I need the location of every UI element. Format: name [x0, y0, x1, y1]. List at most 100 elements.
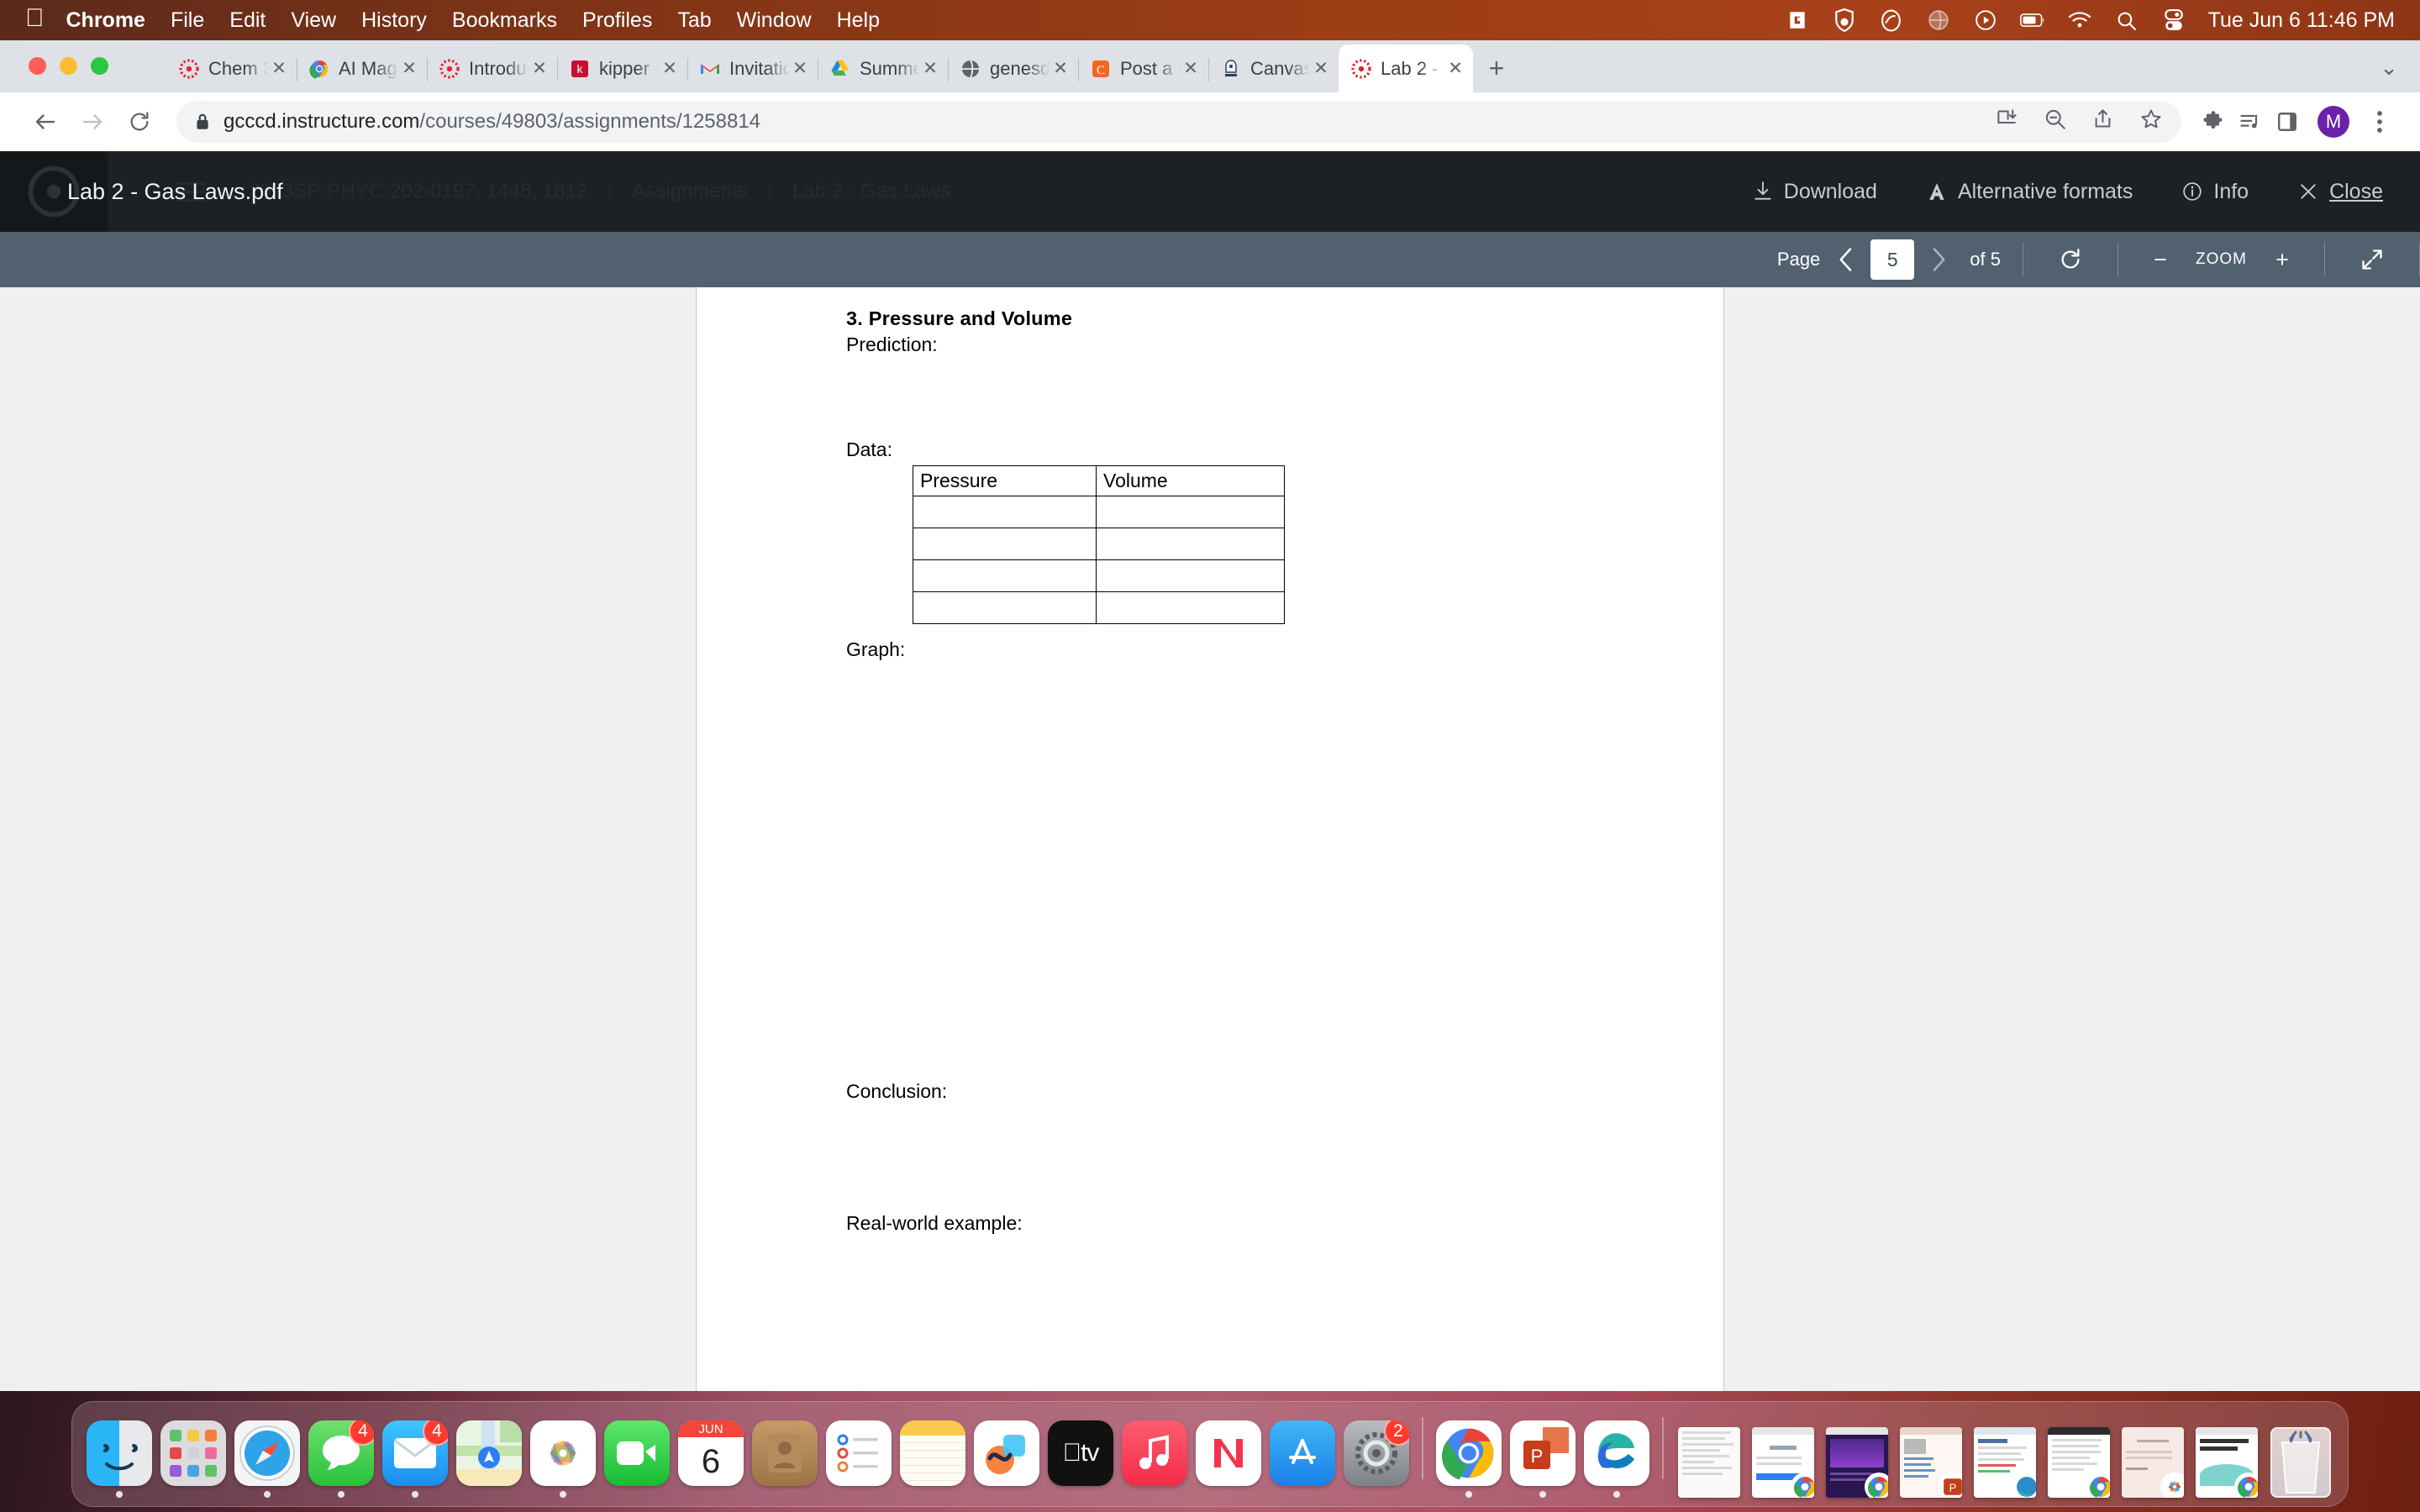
- tab-post-a-new[interactable]: C Post a new ✕: [1078, 45, 1209, 92]
- zoom-in-button[interactable]: +: [2255, 232, 2309, 287]
- dock-item-system-settings[interactable]: 2: [1339, 1420, 1413, 1498]
- info-button[interactable]: Info: [2181, 180, 2249, 204]
- zoom-out-button[interactable]: −: [2133, 232, 2187, 287]
- pdf-canvas-area[interactable]: 3. Pressure and Volume Prediction: Data:…: [0, 287, 2420, 1391]
- dock-item-powerpoint[interactable]: P: [1506, 1420, 1580, 1498]
- dock-item-app-store[interactable]: [1265, 1420, 1339, 1498]
- dock-item-maps[interactable]: [452, 1420, 526, 1498]
- close-window-button[interactable]: [29, 57, 46, 75]
- menu-item-chrome[interactable]: Chrome: [66, 8, 145, 33]
- menu-item-profiles[interactable]: Profiles: [582, 8, 652, 33]
- share-icon[interactable]: [2091, 108, 2114, 136]
- dock-item-microsoft-edge[interactable]: [1580, 1420, 1654, 1498]
- tab-close-icon[interactable]: ✕: [789, 58, 811, 79]
- minimize-window-button[interactable]: [60, 57, 77, 75]
- alternative-formats-button[interactable]: Alternative formats: [1926, 180, 2133, 204]
- dock-minimized-login-window[interactable]: [1746, 1427, 1820, 1498]
- dock-item-music[interactable]: [1118, 1420, 1192, 1498]
- tab-close-icon[interactable]: ✕: [529, 58, 550, 79]
- dock-item-safari[interactable]: [230, 1420, 304, 1498]
- tab-close-icon[interactable]: ✕: [1050, 58, 1071, 79]
- tab-canvas-lo[interactable]: Canvas Lo ✕: [1208, 45, 1339, 92]
- dock-item-news[interactable]: [1192, 1420, 1265, 1498]
- dock-item-reminders[interactable]: [822, 1420, 896, 1498]
- dock-item-facetime[interactable]: [600, 1420, 674, 1498]
- three-dot-menu-icon[interactable]: [2361, 103, 2398, 140]
- dock-item-contacts[interactable]: [748, 1420, 822, 1498]
- tab-ai-magic[interactable]: AI Magic - ✕: [297, 45, 428, 92]
- creative-cloud-icon[interactable]: [1879, 8, 1904, 33]
- search-icon[interactable]: [2114, 8, 2139, 33]
- menu-item-edit[interactable]: Edit: [229, 8, 266, 33]
- tab-introduction[interactable]: Introduction ✕: [427, 45, 558, 92]
- page-number-input[interactable]: 5: [1870, 239, 1915, 280]
- address-bar[interactable]: gcccd.instructure.com/courses/49803/assi…: [176, 101, 2181, 143]
- dock-minimized-ai-explained-window[interactable]: [2190, 1427, 2264, 1498]
- rotate-icon[interactable]: [2044, 232, 2097, 287]
- side-panel-icon[interactable]: [2269, 103, 2306, 140]
- menu-item-window[interactable]: Window: [737, 8, 812, 33]
- dock-item-trash[interactable]: [2264, 1427, 2338, 1498]
- forward-arrow-icon[interactable]: [69, 98, 116, 145]
- dock-minimized-form-window[interactable]: [2116, 1427, 2190, 1498]
- media-playlist-icon[interactable]: [2232, 103, 2269, 140]
- tab-close-icon[interactable]: ✕: [1180, 58, 1202, 79]
- wifi-icon[interactable]: [2067, 8, 2092, 33]
- dock-item-finder[interactable]: [82, 1420, 156, 1498]
- expand-icon[interactable]: [2345, 232, 2399, 287]
- menu-item-help[interactable]: Help: [837, 8, 880, 33]
- breadcrumb-course[interactable]: 2023SP-PHYC-202-0197, 1448, 1812: [249, 180, 587, 202]
- tab-close-icon[interactable]: ✕: [398, 58, 420, 79]
- tab-invitation[interactable]: Invitation: ✕: [687, 45, 818, 92]
- apple-icon[interactable]: : [25, 6, 45, 31]
- close-button[interactable]: Close: [2297, 180, 2383, 204]
- dock-minimized-article-window[interactable]: [2042, 1427, 2116, 1498]
- dock-item-launchpad[interactable]: [156, 1420, 230, 1498]
- menu-item-file[interactable]: File: [171, 8, 204, 33]
- menu-item-view[interactable]: View: [291, 8, 336, 33]
- tab-close-icon[interactable]: ✕: [1444, 58, 1466, 79]
- tab-close-icon[interactable]: ✕: [268, 58, 290, 79]
- tab-close-icon[interactable]: ✕: [659, 58, 681, 79]
- extensions-puzzle-icon[interactable]: [2195, 103, 2232, 140]
- back-arrow-icon[interactable]: [22, 98, 69, 145]
- dock-item-notes[interactable]: [896, 1420, 970, 1498]
- tab-search-chevron-icon[interactable]: ⌄: [2380, 55, 2398, 81]
- bookmark-star-icon[interactable]: [2139, 108, 2163, 137]
- menubar-clock[interactable]: Tue Jun 6 11:46 PM: [2208, 8, 2395, 33]
- control-center-icon[interactable]: [2161, 8, 2186, 33]
- zoom-out-icon[interactable]: [2044, 108, 2066, 136]
- menu-item-history[interactable]: History: [361, 8, 427, 33]
- dock-minimized-media-window[interactable]: [1820, 1427, 1894, 1498]
- dock-item-freeform[interactable]: [970, 1420, 1044, 1498]
- dock-item-calendar[interactable]: JUN 6: [674, 1420, 748, 1498]
- battery-icon[interactable]: [2019, 8, 2045, 33]
- dock-item-mail[interactable]: 4: [378, 1420, 452, 1498]
- previous-page-button[interactable]: [1827, 240, 1865, 279]
- breadcrumb-assignments[interactable]: Assignments: [632, 180, 747, 202]
- dock-item-photos[interactable]: [526, 1420, 600, 1498]
- tab-summer-c[interactable]: Summer c ✕: [818, 45, 949, 92]
- shield-check-icon[interactable]: [1832, 8, 1857, 33]
- dock-item-google-chrome[interactable]: [1432, 1420, 1506, 1498]
- tab-chem-365[interactable]: Chem 365 ✕: [166, 45, 297, 92]
- tab-lab-2-gas-laws[interactable]: Lab 2 - Ga ✕: [1339, 45, 1473, 92]
- new-tab-button[interactable]: +: [1473, 45, 1520, 92]
- reload-icon[interactable]: [116, 98, 163, 145]
- maximize-window-button[interactable]: [91, 57, 108, 75]
- tab-close-icon[interactable]: ✕: [919, 58, 941, 79]
- dock-minimized-slides-window[interactable]: P: [1894, 1427, 1968, 1498]
- avatar[interactable]: M: [2317, 106, 2349, 138]
- menu-item-bookmarks[interactable]: Bookmarks: [452, 8, 557, 33]
- dock-item-apple-tv[interactable]: tv: [1044, 1420, 1118, 1498]
- download-button[interactable]: Download: [1752, 180, 1877, 204]
- dock-item-messages[interactable]: 4: [304, 1420, 378, 1498]
- tab-genesdev[interactable]: genesdev_ ✕: [948, 45, 1079, 92]
- grammarly-icon[interactable]: [1785, 8, 1810, 33]
- tab-kipper[interactable]: k kipper - Ch ✕: [557, 45, 688, 92]
- dock-minimized-document-window[interactable]: [1672, 1427, 1746, 1498]
- breadcrumb-current[interactable]: Lab 2 - Gas Laws: [792, 180, 950, 202]
- tab-close-icon[interactable]: ✕: [1310, 58, 1332, 79]
- next-page-button[interactable]: [1919, 240, 1958, 279]
- globe-icon[interactable]: [1926, 8, 1951, 33]
